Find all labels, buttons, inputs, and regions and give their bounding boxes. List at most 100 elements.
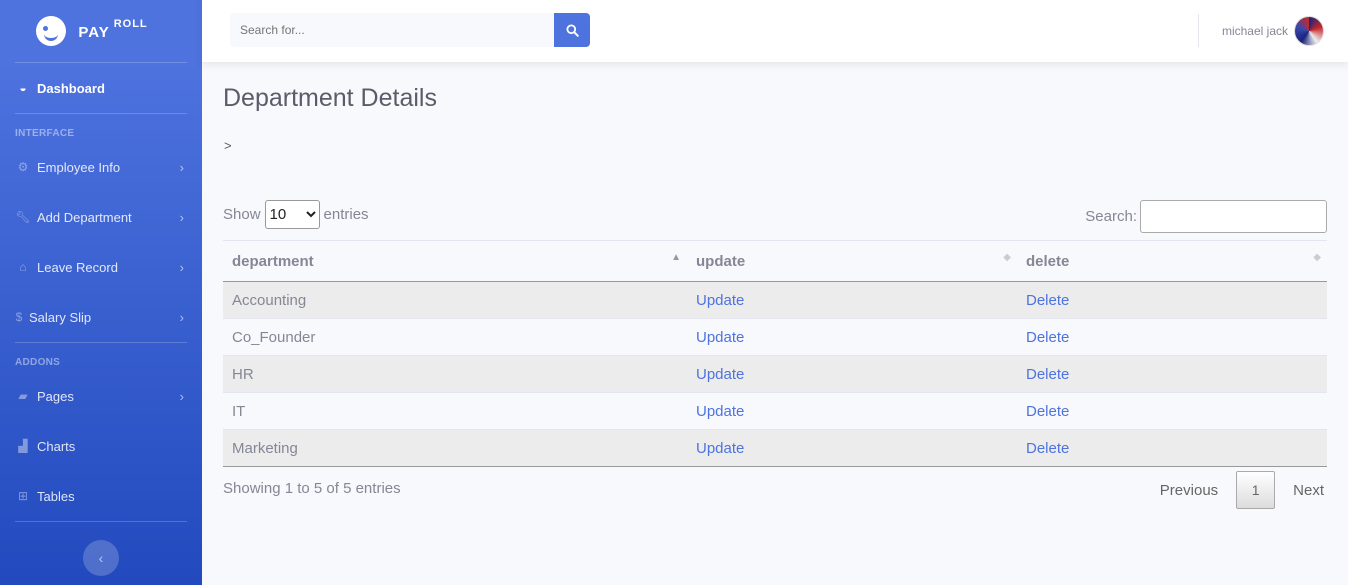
sidebar-item-pages[interactable]: ▰ Pages ›	[0, 371, 202, 421]
sidebar-item-label: Salary Slip	[29, 309, 92, 325]
column-header-update[interactable]: update ◆	[687, 240, 1017, 282]
update-cell: Update	[687, 429, 1017, 467]
update-link[interactable]: Update	[696, 366, 744, 383]
sidebar-item-leave-record[interactable]: ⌂ Leave Record ›	[0, 242, 202, 292]
table-row: Marketing Update Delete	[223, 429, 1327, 467]
column-header-label: update	[696, 252, 746, 270]
sidebar-item-charts[interactable]: ▟ Charts	[0, 421, 202, 471]
sidebar-heading-interface: INTERFACE	[15, 128, 75, 139]
chevron-left-icon: ‹	[98, 550, 104, 566]
sort-icon: ◆	[1003, 252, 1011, 263]
update-link[interactable]: Update	[696, 403, 744, 420]
department-cell: Co_Founder	[223, 318, 687, 356]
wrench-icon: 🔧︎	[15, 210, 31, 224]
search-icon	[565, 23, 579, 37]
previous-button[interactable]: Previous	[1142, 471, 1236, 509]
table-row: Accounting Update Delete	[223, 281, 1327, 319]
delete-link[interactable]: Delete	[1026, 329, 1069, 346]
table-search-control: Search:	[1085, 200, 1327, 233]
table-header-row: department ▲ update ◆ delete ◆	[223, 240, 1327, 282]
search-button[interactable]	[554, 13, 590, 47]
sidebar: PAY ROLL ◒ Dashboard INTERFACE ⚙ Employee…	[0, 0, 202, 585]
breadcrumb: >	[224, 138, 232, 153]
user-name[interactable]: michael jack	[1222, 24, 1288, 38]
department-cell: HR	[223, 355, 687, 393]
column-header-delete[interactable]: delete ◆	[1017, 240, 1327, 282]
home-icon: ⌂	[19, 260, 27, 274]
laugh-wink-icon	[36, 16, 67, 46]
tachometer-icon: ◒	[19, 81, 27, 95]
update-link[interactable]: Update	[696, 329, 744, 346]
next-button[interactable]: Next	[1275, 471, 1327, 509]
brand-name: PAY ROLL	[78, 17, 148, 41]
table-row: IT Update Delete	[223, 392, 1327, 430]
sidebar-item-dashboard[interactable]: ◒ Dashboard	[0, 63, 202, 113]
update-cell: Update	[687, 392, 1017, 430]
chevron-right-icon: ›	[179, 309, 184, 325]
folder-icon: ▰	[18, 389, 28, 403]
delete-link[interactable]: Delete	[1026, 292, 1069, 309]
delete-cell: Delete	[1017, 282, 1327, 319]
table-info: Showing 1 to 5 of 5 entries	[223, 480, 401, 497]
sidebar-item-label: Charts	[37, 438, 76, 454]
pagination: Previous 1 Next	[1142, 471, 1327, 509]
delete-cell: Delete	[1017, 318, 1327, 356]
column-header-department[interactable]: department ▲	[223, 240, 687, 282]
department-table: department ▲ update ◆ delete ◆ Accountin…	[223, 240, 1327, 467]
update-cell: Update	[687, 318, 1017, 356]
page-1-button[interactable]: 1	[1236, 471, 1276, 509]
brand[interactable]: PAY ROLL	[0, 0, 202, 62]
cog-icon: ⚙	[17, 160, 29, 174]
table-search-input[interactable]	[1140, 200, 1327, 233]
page-length-control: Show 102550100 entries	[223, 200, 369, 229]
sidebar-item-employee-info[interactable]: ⚙ Employee Info ›	[0, 142, 202, 192]
sidebar-item-label: Add Department	[37, 209, 132, 225]
sidebar-item-label: Tables	[37, 488, 75, 504]
topbar: michael jack	[202, 0, 1348, 62]
column-header-label: delete	[1026, 252, 1070, 270]
delete-cell: Delete	[1017, 429, 1327, 467]
topbar-divider	[1198, 14, 1199, 47]
table-search-label: Search:	[1085, 208, 1137, 225]
chevron-right-icon: ›	[179, 159, 184, 175]
sidebar-divider	[15, 521, 187, 522]
chart-area-icon: ▟	[18, 439, 28, 453]
update-link[interactable]: Update	[696, 440, 744, 457]
delete-link[interactable]: Delete	[1026, 366, 1069, 383]
sidebar-toggle-button[interactable]: ‹	[83, 540, 119, 576]
entries-label: entries	[323, 206, 369, 223]
chevron-right-icon: ›	[179, 388, 184, 404]
department-cell: Accounting	[232, 291, 307, 309]
sidebar-item-add-department[interactable]: 🔧︎ Add Department ›	[0, 192, 202, 242]
table-row: HR Update Delete	[223, 355, 1327, 393]
sidebar-item-label: Pages	[37, 388, 74, 404]
sidebar-item-label: Dashboard	[37, 80, 105, 96]
sidebar-item-salary-slip[interactable]: $ Salary Slip ›	[0, 292, 202, 342]
sidebar-item-label: Employee Info	[37, 159, 121, 175]
column-header-label: department	[232, 252, 314, 270]
update-cell: Update	[687, 355, 1017, 393]
dollar-icon: $	[15, 310, 23, 324]
department-cell: Marketing	[223, 429, 687, 467]
update-cell: Update	[687, 282, 1017, 319]
delete-link[interactable]: Delete	[1026, 403, 1069, 420]
search-input[interactable]	[230, 13, 554, 47]
table-icon: ⊞	[17, 489, 29, 503]
show-label: Show	[223, 206, 261, 223]
delete-link[interactable]: Delete	[1026, 440, 1069, 457]
sidebar-heading-addons: ADDONS	[15, 357, 61, 368]
sidebar-item-tables[interactable]: ⊞ Tables	[0, 471, 202, 521]
delete-cell: Delete	[1017, 392, 1327, 430]
chevron-right-icon: ›	[179, 209, 184, 225]
sidebar-item-label: Leave Record	[37, 259, 118, 275]
page-length-select[interactable]: 102550100	[264, 200, 320, 229]
avatar[interactable]	[1294, 16, 1324, 46]
sort-icon: ◆	[1313, 252, 1321, 263]
update-link[interactable]: Update	[696, 292, 744, 309]
page-title: Department Details	[223, 84, 437, 112]
department-cell: IT	[223, 392, 687, 430]
table-row: Co_Founder Update Delete	[223, 318, 1327, 356]
sort-asc-icon: ▲	[671, 252, 681, 263]
delete-cell: Delete	[1017, 355, 1327, 393]
chevron-right-icon: ›	[179, 259, 184, 275]
